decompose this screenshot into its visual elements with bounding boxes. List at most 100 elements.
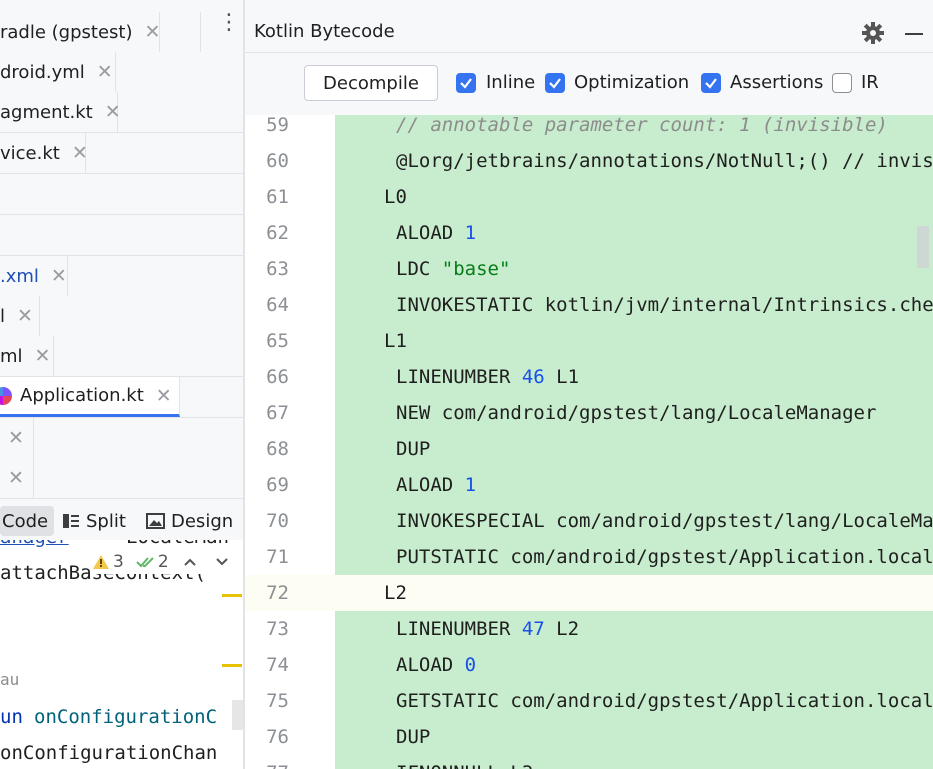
editor-tab[interactable]: ✕ xyxy=(0,418,34,458)
line-number: 76 xyxy=(266,726,289,748)
view-mode-bar: Code Split Design xyxy=(0,500,243,540)
editor-tab[interactable]: radle (gpstest) ✕ xyxy=(0,12,160,52)
more-icon[interactable]: ⋮ xyxy=(218,12,240,34)
kotlin-editor[interactable]: anager LocaleMan attachBaseContext( au u… xyxy=(0,540,243,769)
tab-row: ml ✕ xyxy=(0,336,243,377)
code-fragment: au xyxy=(0,670,20,689)
check-icon xyxy=(705,78,717,89)
editor-tab[interactable]: vice.kt ✕ xyxy=(0,133,88,173)
warning-stripe[interactable] xyxy=(222,594,242,597)
close-icon[interactable]: ✕ xyxy=(97,61,113,83)
chevron-down-icon[interactable] xyxy=(215,557,229,567)
tab-separator xyxy=(200,12,201,52)
close-icon[interactable]: ✕ xyxy=(8,427,24,449)
option-label[interactable]: Inline xyxy=(486,72,535,93)
code-line: 75 GETSTATIC com/android/gpstest/Applicat… xyxy=(245,683,933,719)
split-mode-button[interactable]: Split xyxy=(62,506,126,536)
code-keyword: un xyxy=(0,706,23,728)
close-icon[interactable]: ✕ xyxy=(72,142,88,164)
instruction-text: INVOKESTATIC kotlin/jvm/internal/Intrins… xyxy=(396,294,933,316)
instruction-text: @Lorg/jetbrains/annotations/NotNull;() /… xyxy=(396,150,933,172)
tab-label: .xml xyxy=(0,265,39,287)
close-icon[interactable]: ✕ xyxy=(8,467,24,489)
minimize-icon[interactable] xyxy=(905,33,923,35)
image-icon xyxy=(146,513,165,529)
top-strip xyxy=(0,0,243,12)
inspection-widget[interactable]: 3 2 xyxy=(92,550,229,574)
numeric-literal: 46 xyxy=(521,366,545,388)
option-checkbox[interactable] xyxy=(456,73,476,93)
editor-tab[interactable]: droid.yml ✕ xyxy=(0,52,116,92)
close-icon[interactable]: ✕ xyxy=(105,101,121,123)
split-mode-label: Split xyxy=(86,510,126,532)
line-number: 72 xyxy=(266,582,289,604)
editor-tab[interactable]: agment.kt ✕ xyxy=(0,92,121,132)
editor-scrollbar[interactable] xyxy=(232,700,243,730)
option-label[interactable]: Assertions xyxy=(730,72,823,93)
design-mode-button[interactable]: Design xyxy=(146,506,233,536)
instruction-text: PUTSTATIC com/android/gpstest/Applicatio… xyxy=(396,546,933,568)
code-line: 74 ALOAD 0 xyxy=(245,647,933,683)
option-checkbox[interactable] xyxy=(832,73,852,93)
code-line: 73 LINENUMBER 47 L2 xyxy=(245,611,933,647)
bytecode-text: NEW com/android/gpstest/lang/LocaleManag… xyxy=(396,402,876,424)
tab-label: l xyxy=(0,305,6,327)
numeric-literal: 1 xyxy=(464,474,477,496)
bytecode-text: DUP xyxy=(396,438,430,460)
instruction-text: ALOAD xyxy=(396,222,465,244)
code-line: 60 @Lorg/jetbrains/annotations/NotNull;()… xyxy=(245,143,933,179)
decompile-button[interactable]: Decompile xyxy=(304,65,438,101)
chevron-up-icon[interactable] xyxy=(183,557,197,567)
numeric-literal: 1 xyxy=(464,222,477,244)
vertical-scrollbar[interactable] xyxy=(917,226,929,268)
close-icon[interactable]: ✕ xyxy=(35,345,51,367)
line-number: 63 xyxy=(266,258,289,280)
option-checkbox[interactable] xyxy=(701,73,721,93)
tab-label: ml xyxy=(0,345,23,367)
bytecode-text: L2 xyxy=(384,582,407,604)
split-icon xyxy=(63,514,79,528)
instruction-text: ALOAD xyxy=(396,654,465,676)
option-label[interactable]: IR xyxy=(861,72,879,93)
code-mode-button[interactable]: Code xyxy=(0,506,55,536)
instruction-text: L0 xyxy=(384,186,407,208)
code-fragment: onConfigurationC xyxy=(34,706,218,728)
close-icon[interactable]: ✕ xyxy=(17,305,33,327)
instruction-text: L1 xyxy=(544,366,580,388)
close-icon[interactable]: ✕ xyxy=(51,265,67,287)
warning-count: 3 xyxy=(113,552,124,572)
instruction-text: IFNONNULL L3 xyxy=(396,762,533,769)
code-line: 68 DUP xyxy=(245,431,933,467)
tab-label: Application.kt xyxy=(20,385,144,406)
editor-tab[interactable]: l ✕ xyxy=(0,296,40,336)
editor-tab[interactable]: Application.kt ✕ xyxy=(0,377,180,417)
gear-icon[interactable] xyxy=(861,21,885,45)
editor-tab[interactable]: ✕ xyxy=(0,458,34,498)
bytecode-text: INVOKESPECIAL com/android/gpstest/lang/L… xyxy=(396,510,933,532)
editor-tab[interactable]: ml ✕ xyxy=(0,336,54,376)
bytecode-text: DUP xyxy=(396,726,430,748)
option-checkbox[interactable] xyxy=(545,73,565,93)
code-line: 63 LDC "base" xyxy=(245,251,933,287)
option-label[interactable]: Optimization xyxy=(574,72,689,93)
tab-row: ✕ xyxy=(0,458,243,499)
instruction-text: GETSTATIC com/android/gpstest/Applicatio… xyxy=(396,690,933,712)
comment-text: // annotable parameter count: 1 (invisib… xyxy=(396,114,888,136)
line-number: 62 xyxy=(266,222,289,244)
instruction-text: L2 xyxy=(544,618,580,640)
tab-row: droid.yml ✕ xyxy=(0,52,243,93)
code-line: 61 L0 xyxy=(245,179,933,215)
editor-tab[interactable]: .xml ✕ xyxy=(0,256,68,296)
close-icon[interactable]: ✕ xyxy=(156,385,172,407)
tab-row: ⋮ radle (gpstest) ✕ xyxy=(0,12,243,53)
ok-count: 2 xyxy=(157,552,169,572)
bytecode-text: PUTSTATIC com/android/gpstest/Applicatio… xyxy=(396,546,933,568)
numeric-literal: 47 xyxy=(521,618,545,640)
code-fragment: onConfigurationChan xyxy=(0,742,218,764)
warning-stripe[interactable] xyxy=(222,664,242,667)
line-number: 70 xyxy=(266,510,289,532)
code-mode-label: Code xyxy=(2,510,49,532)
design-mode-label: Design xyxy=(171,510,234,532)
code-line: 59 // annotable parameter count: 1 (invis… xyxy=(245,107,933,143)
close-icon[interactable]: ✕ xyxy=(145,21,161,43)
